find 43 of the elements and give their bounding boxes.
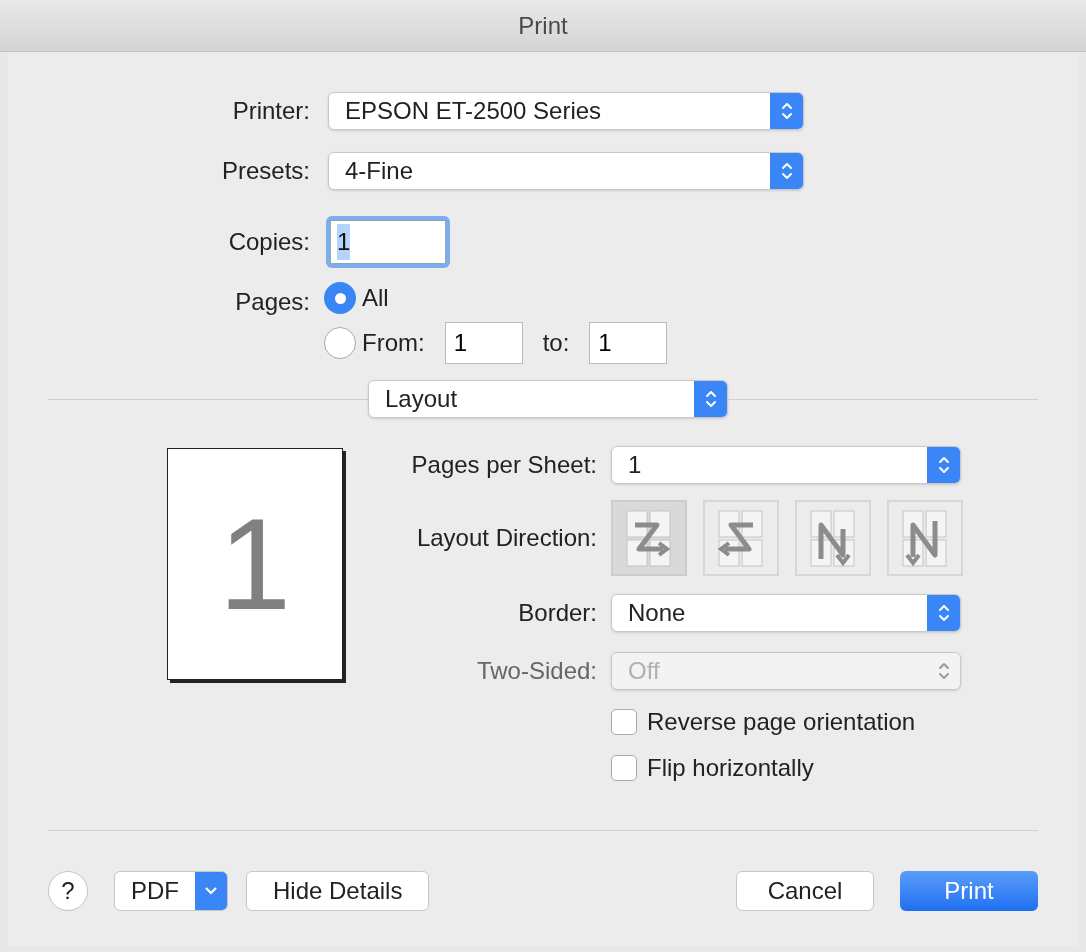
radio-label: From:: [362, 328, 425, 358]
help-button[interactable]: ?: [48, 871, 88, 911]
cancel-button[interactable]: Cancel: [736, 871, 874, 911]
stepper-arrows-icon: [770, 93, 803, 129]
field-label: Layout Direction:: [415, 523, 597, 553]
layout-direction-button[interactable]: [795, 500, 871, 576]
print-button[interactable]: Print: [900, 871, 1038, 911]
preview-page-number: 1: [218, 489, 292, 639]
field-label: Presets:: [220, 156, 310, 186]
radio-button[interactable]: [324, 327, 356, 359]
field-label: Pages:: [235, 287, 310, 317]
window-title: Print: [518, 10, 568, 41]
field-label: Copies:: [227, 227, 310, 257]
checkbox[interactable]: [611, 755, 637, 781]
checkbox-label: Flip horizontally: [647, 753, 814, 783]
section-select[interactable]: Layout: [368, 380, 728, 418]
field-label: Printer:: [231, 96, 310, 126]
radio-label: All: [362, 283, 389, 313]
layout-direction-button[interactable]: [887, 500, 963, 576]
field-label: Two-Sided:: [475, 656, 597, 686]
from-field[interactable]: 1: [444, 322, 523, 364]
copies-field[interactable]: 1: [326, 216, 450, 268]
stepper-arrows-icon: [936, 660, 951, 682]
stepper-arrows-icon: [694, 381, 727, 417]
to-label: to:: [542, 328, 570, 358]
field-label: Border:: [517, 598, 597, 628]
checkbox-label: Reverse page orientation: [647, 707, 916, 737]
checkbox[interactable]: [611, 709, 637, 735]
presets-select[interactable]: 4-Fine: [328, 152, 804, 190]
border-select[interactable]: None: [611, 594, 961, 632]
chevron-down-icon: [195, 872, 227, 910]
printer-select[interactable]: EPSON ET-2500 Series: [328, 92, 804, 130]
stepper-arrows-icon: [927, 447, 960, 483]
hide-details-button[interactable]: Hide Details: [246, 871, 430, 911]
pdf-menu-button[interactable]: PDF: [114, 871, 228, 911]
field-label: Pages per Sheet:: [410, 450, 597, 480]
radio-button[interactable]: [324, 282, 356, 314]
stepper-arrows-icon: [770, 153, 803, 189]
to-field[interactable]: 1: [589, 322, 668, 364]
layout-direction-button[interactable]: [611, 500, 687, 576]
pages-per-sheet-select[interactable]: 1: [611, 446, 961, 484]
layout-direction-button[interactable]: [703, 500, 779, 576]
stepper-arrows-icon: [927, 595, 960, 631]
